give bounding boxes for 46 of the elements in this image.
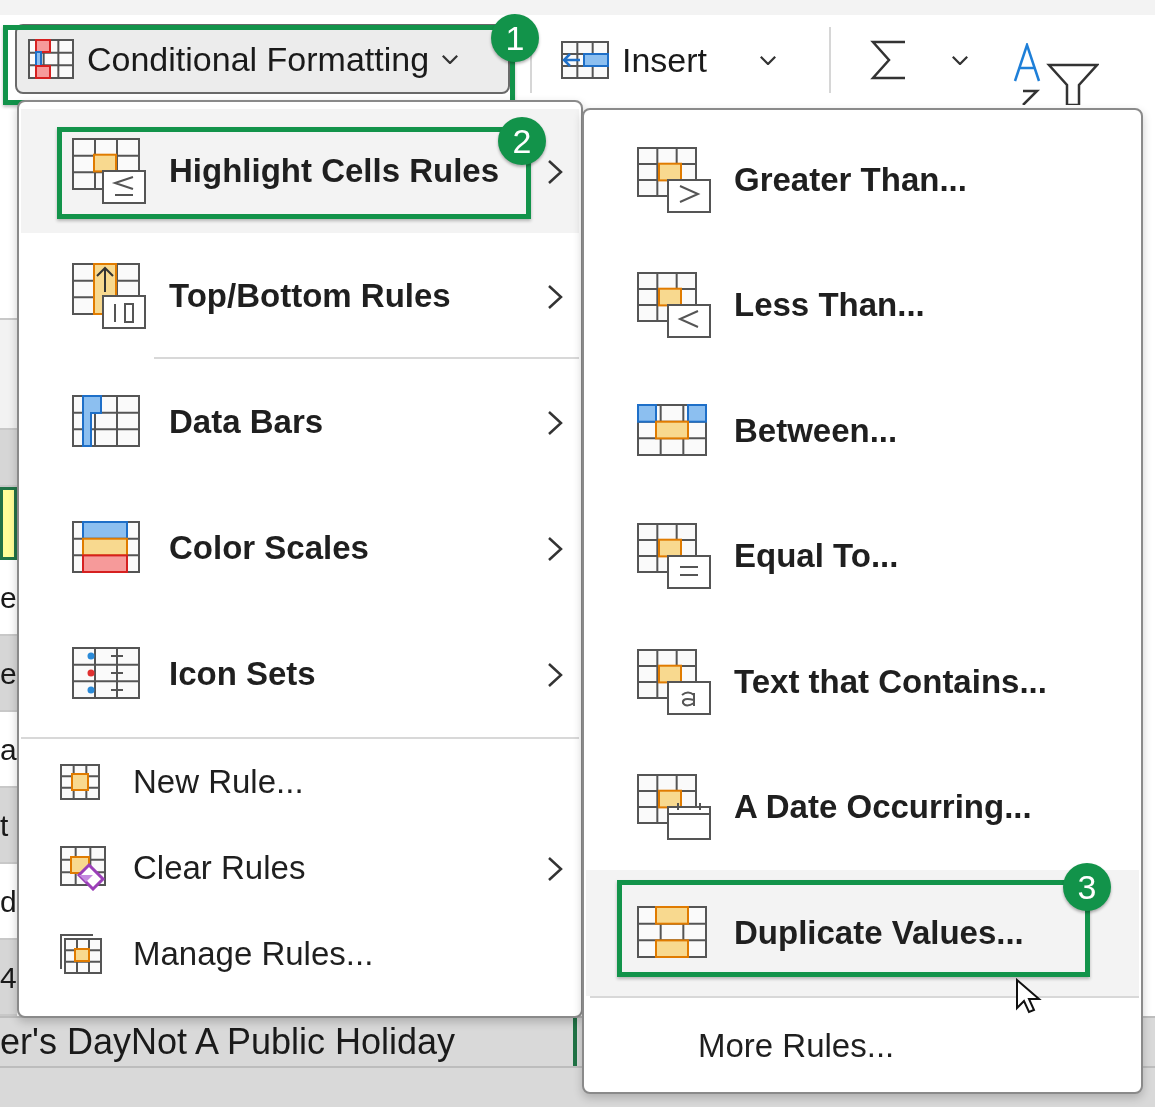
callout-badge: 1 bbox=[491, 14, 539, 62]
menu-item[interactable]: More Rules... bbox=[586, 997, 1139, 1094]
chevron-right-icon bbox=[547, 410, 563, 436]
autosum-dropdown[interactable] bbox=[951, 54, 970, 66]
chevron-right-icon bbox=[547, 536, 563, 562]
sort-filter-button[interactable] bbox=[1013, 43, 1100, 105]
insert-button[interactable]: Insert bbox=[552, 25, 716, 95]
menu-item[interactable]: Color Scales bbox=[21, 485, 579, 611]
table-highlight-icon bbox=[27, 38, 75, 80]
stacked-tables-icon bbox=[59, 933, 103, 975]
sheet-cell bbox=[0, 430, 17, 487]
insert-dropdown[interactable] bbox=[759, 54, 778, 66]
menu-item[interactable]: Data Bars bbox=[21, 359, 579, 485]
chevron-right-icon bbox=[547, 662, 563, 688]
menu-item[interactable]: Icon Sets bbox=[21, 611, 579, 737]
menu-item[interactable]: Top/Bottom Rules bbox=[21, 233, 579, 359]
menu-item[interactable]: Clear Rules bbox=[21, 825, 579, 911]
callout-badge: 3 bbox=[1063, 863, 1111, 911]
callout-badge: 2 bbox=[498, 117, 546, 165]
menu-item[interactable]: Less Than... bbox=[586, 242, 1139, 368]
table-greater-than-icon bbox=[636, 145, 712, 214]
mouse-pointer-icon bbox=[1015, 978, 1043, 1014]
menu-item[interactable]: Text that Contains... bbox=[586, 619, 1139, 745]
sheet-cell: e bbox=[0, 636, 17, 712]
chevron-right-icon bbox=[547, 284, 563, 310]
menu-item[interactable]: Equal To... bbox=[586, 493, 1139, 619]
insert-cells-icon bbox=[560, 40, 610, 80]
table-less-equal-icon bbox=[71, 137, 147, 205]
table-text-icon bbox=[636, 647, 712, 716]
caret-icon bbox=[951, 54, 970, 66]
menu-item[interactable]: Highlight Cells Rules 2 bbox=[21, 109, 579, 233]
caret-icon bbox=[441, 53, 460, 65]
table-calendar-icon bbox=[636, 773, 712, 842]
menu-item[interactable]: Greater Than... bbox=[586, 117, 1139, 243]
table-arrow-up-icon bbox=[71, 262, 147, 330]
sheet-cell: 4 bbox=[0, 940, 17, 1016]
table-less-than-icon bbox=[636, 271, 712, 340]
table-equals-icon bbox=[636, 522, 712, 591]
menu-item[interactable]: Manage Rules... bbox=[21, 911, 579, 997]
caret-icon bbox=[759, 54, 778, 66]
chevron-right-icon bbox=[547, 856, 563, 882]
chevron-right-icon bbox=[547, 159, 563, 185]
menu-item[interactable]: New Rule... bbox=[21, 739, 579, 825]
table-highlight-icon bbox=[59, 763, 101, 801]
menu-item[interactable]: Between... bbox=[586, 368, 1139, 494]
sheet-cell: t bbox=[0, 788, 17, 864]
